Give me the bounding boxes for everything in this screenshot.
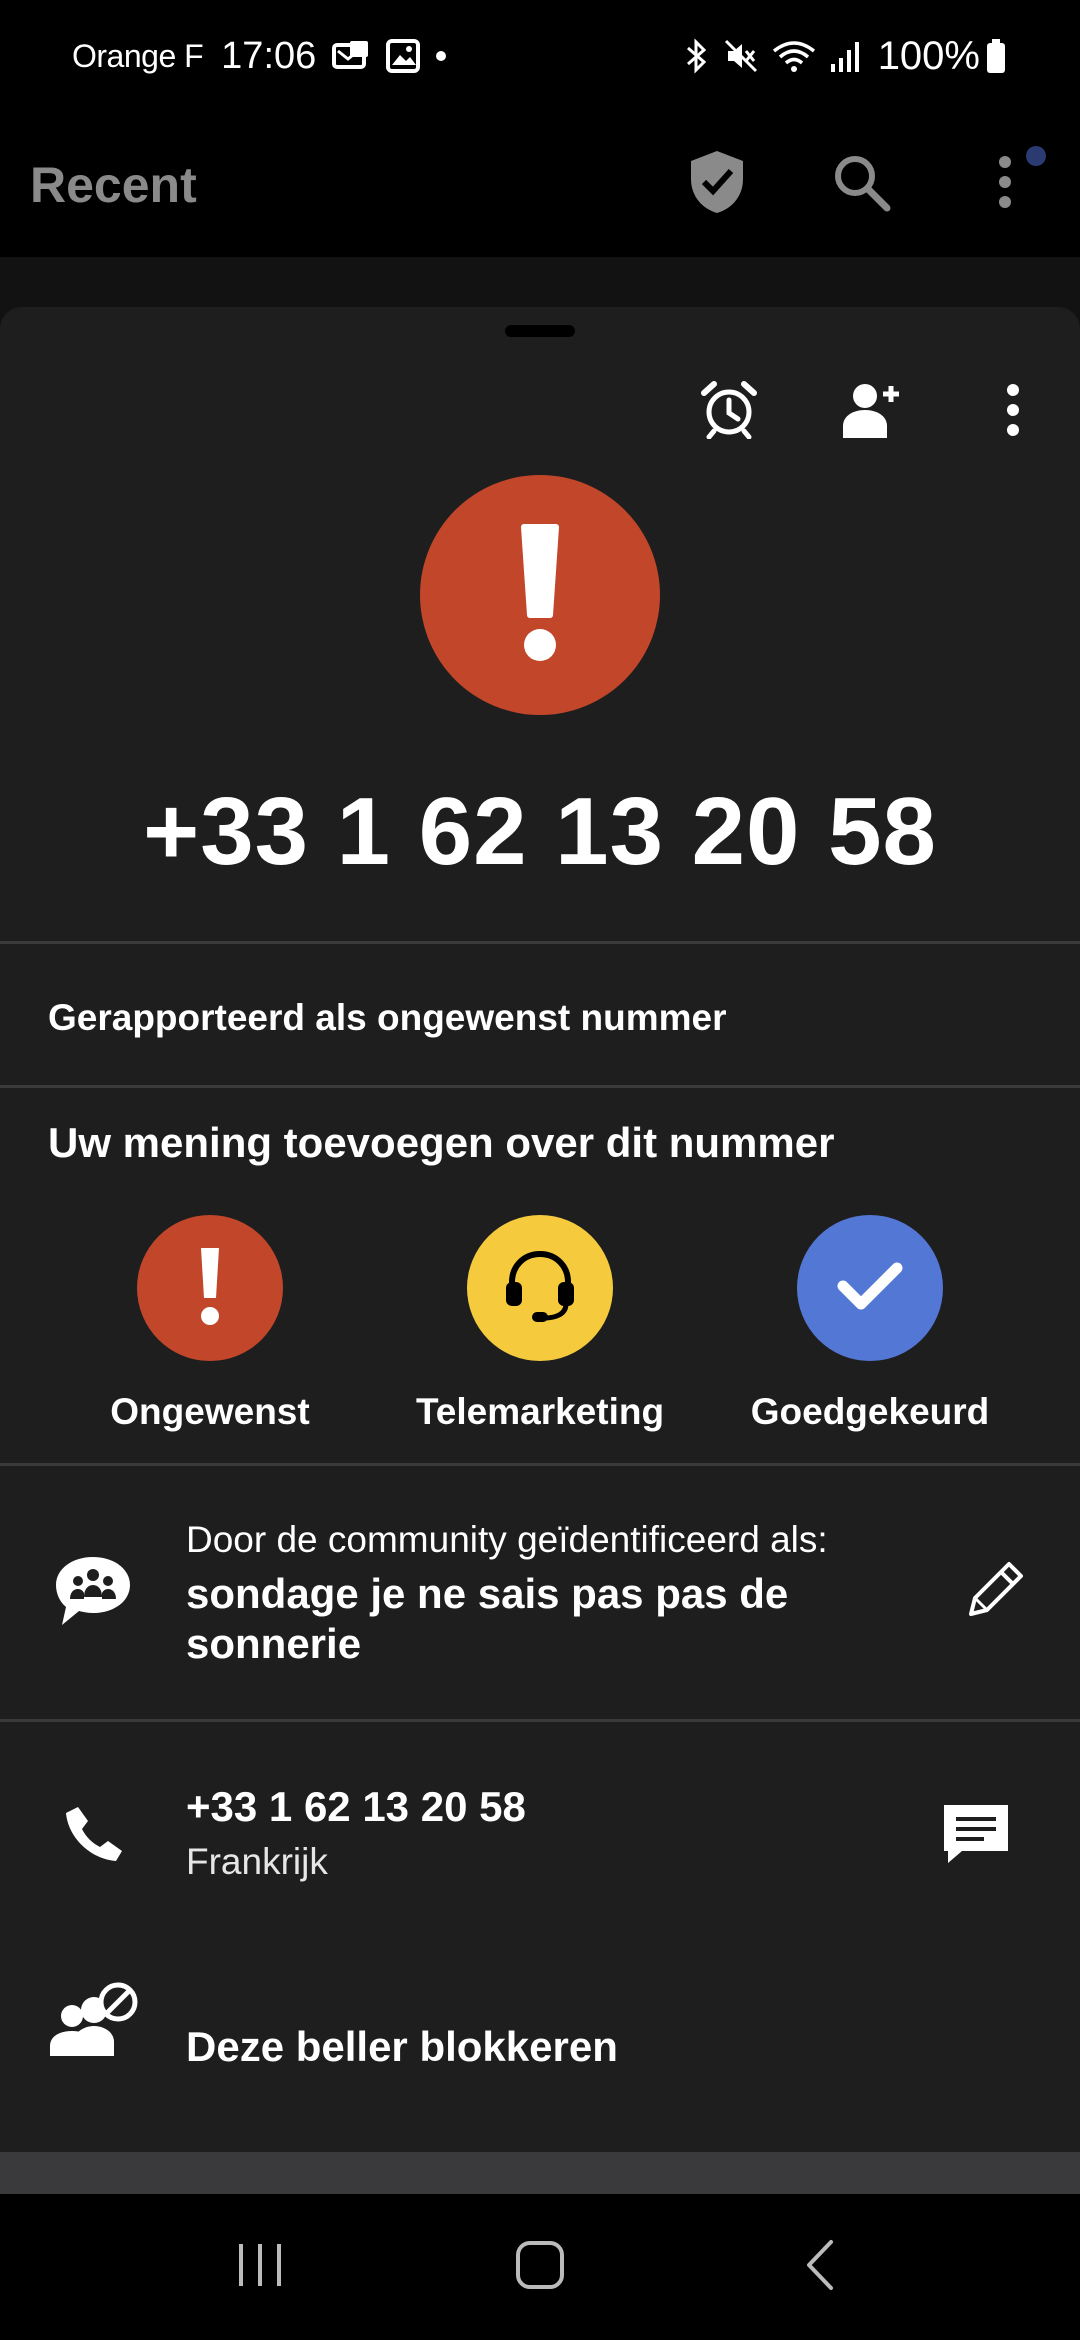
phone-icon: [54, 1793, 134, 1873]
community-icon: [48, 1547, 138, 1637]
add-person-icon: [841, 380, 901, 445]
block-caller-button[interactable]: Deze beller blokkeren: [186, 2023, 618, 2071]
add-contact-button[interactable]: [826, 367, 916, 457]
community-identification: sondage je ne sais pas pas de sonnerie: [186, 1570, 789, 1667]
recent-apps-icon: [235, 2242, 285, 2293]
divider: [0, 1085, 1080, 1088]
shield-button[interactable]: [672, 140, 762, 230]
community-caption: Door de community geïdentificeerd als:: [186, 1519, 828, 1560]
opinion-label: Ongewenst: [110, 1391, 310, 1432]
divider: [0, 1463, 1080, 1466]
opinion-unwanted-button[interactable]: Ongewenst: [60, 1215, 360, 1433]
headset-icon: [500, 1246, 580, 1331]
alarm-icon: [700, 380, 758, 444]
sheet-drag-handle[interactable]: [505, 325, 575, 337]
bluetooth-icon: [684, 38, 710, 74]
reminder-button[interactable]: [684, 367, 774, 457]
mute-icon: [724, 39, 758, 73]
signal-icon: [830, 40, 860, 72]
more-vert-icon: [998, 155, 1012, 214]
search-icon: [831, 152, 891, 217]
caller-number: +33 1 62 13 20 58: [143, 778, 937, 885]
status-bar: Orange F 17:06 100%: [0, 0, 1080, 112]
system-nav-bar: [0, 2194, 1080, 2340]
edit-identification-button[interactable]: [948, 1549, 1044, 1633]
shield-icon: [687, 149, 747, 220]
list-behind-sheet: [0, 2152, 1080, 2194]
phone-country: Frankrijk: [186, 1841, 328, 1882]
home-icon: [515, 2240, 565, 2295]
status-time: 17:06: [221, 34, 317, 77]
voicemail-notification-icon: [332, 39, 372, 73]
app-bar: Recent: [0, 112, 1080, 257]
more-options-button[interactable]: [960, 140, 1050, 230]
opinion-label: Goedgekeurd: [750, 1391, 990, 1432]
sheet-more-button[interactable]: [968, 367, 1058, 457]
gallery-notification-icon: [386, 39, 421, 73]
divider: [0, 941, 1080, 944]
phone-number[interactable]: +33 1 62 13 20 58: [186, 1783, 526, 1831]
more-vert-icon: [1006, 383, 1020, 442]
battery-percent: 100%: [877, 33, 980, 78]
recent-apps-button[interactable]: [190, 2217, 330, 2317]
wifi-icon: [772, 39, 816, 73]
spam-alert-avatar: [420, 475, 660, 715]
reported-status: Gerapporteerd als ongewenst nummer: [48, 997, 727, 1038]
message-button[interactable]: [926, 1791, 1026, 1881]
notification-badge: [1026, 145, 1046, 166]
pencil-icon: [967, 1560, 1025, 1623]
opinion-telemarketing-button[interactable]: Telemarketing: [390, 1215, 690, 1433]
block-caller-icon: [46, 1975, 142, 2065]
opinion-approved-button[interactable]: Goedgekeurd: [720, 1215, 1020, 1433]
caller-details-sheet: +33 1 62 13 20 58 Gerapporteerd als onge…: [0, 307, 1080, 2152]
divider: [0, 1719, 1080, 1722]
opinion-label: Telemarketing: [415, 1391, 665, 1432]
search-button[interactable]: [816, 140, 906, 230]
page-title: Recent: [30, 156, 197, 213]
unwanted-circle: [137, 1215, 283, 1361]
telemarketing-circle: [467, 1215, 613, 1361]
exclamation-icon: [198, 1246, 222, 1331]
check-icon: [837, 1260, 903, 1317]
sheet-actions: [684, 357, 1080, 467]
home-button[interactable]: [470, 2217, 610, 2317]
carrier-name: Orange F: [72, 37, 204, 74]
back-button[interactable]: [750, 2217, 890, 2317]
message-icon: [940, 1801, 1012, 1872]
back-icon: [803, 2238, 837, 2297]
battery-icon: [986, 39, 1006, 73]
approved-circle: [797, 1215, 943, 1361]
exclamation-icon: [518, 523, 562, 668]
opinion-section-title: Uw mening toevoegen over dit nummer: [48, 1119, 835, 1166]
notification-dot-icon: [434, 49, 448, 63]
